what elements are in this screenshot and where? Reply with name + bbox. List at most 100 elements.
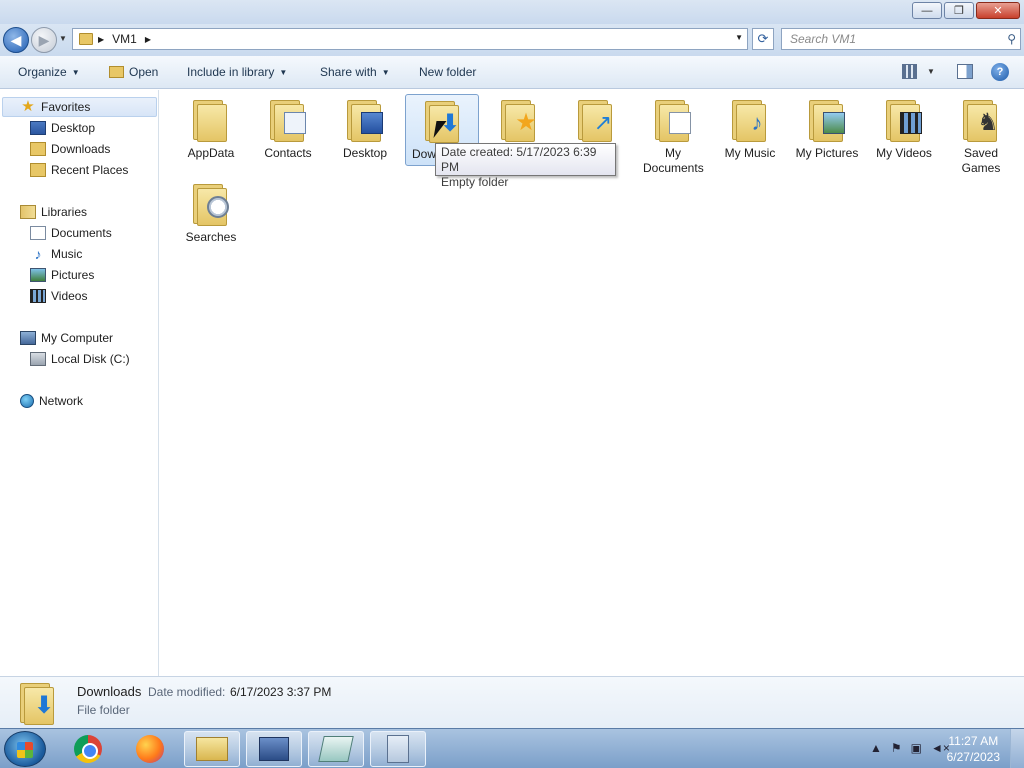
folder-saved-games[interactable]: ♞ Saved Games: [944, 94, 1018, 175]
links-folder-icon: ↗: [574, 98, 618, 142]
tray-icons: ▲ ⚑ ▣ ◄×: [870, 741, 950, 755]
music-note-icon: ♪: [34, 246, 42, 262]
folder-my-videos[interactable]: My Videos: [867, 94, 941, 166]
address-bar[interactable]: ▶ VM1 ▶ ▼: [72, 28, 748, 50]
nav-videos-label: Videos: [51, 289, 88, 303]
recent-pages-dropdown[interactable]: ▼: [59, 34, 67, 43]
games-folder-icon: ♞: [959, 98, 1003, 142]
recent-places-icon: [30, 163, 46, 177]
nav-downloads[interactable]: Downloads: [30, 139, 110, 159]
taskbar-calculator[interactable]: [370, 731, 426, 767]
taskbar-explorer[interactable]: [184, 731, 240, 767]
taskbar-remote-desktop[interactable]: [246, 731, 302, 767]
maximize-button[interactable]: ❐: [944, 2, 974, 19]
taskbar-firefox[interactable]: [122, 731, 178, 767]
nav-favorites[interactable]: ★ Favorites: [2, 97, 157, 117]
nav-documents[interactable]: Documents: [30, 223, 112, 243]
folder-contacts[interactable]: Contacts: [251, 94, 325, 166]
pictures-icon: [30, 268, 46, 282]
chevron-down-icon: ▼: [381, 67, 390, 77]
taskbar-notepad[interactable]: [308, 731, 364, 767]
favorites-folder-icon: ★: [497, 98, 541, 142]
taskbar: ▲ ⚑ ▣ ◄× 11:27 AM 6/27/2023: [0, 728, 1024, 768]
downloads-folder-icon: ⬇: [16, 681, 56, 725]
action-center-icon[interactable]: ⚑: [891, 741, 902, 755]
video-icon: [30, 289, 46, 303]
notepad-icon: [318, 736, 354, 762]
search-input[interactable]: Search VM1 ⚲: [781, 28, 1021, 50]
back-button[interactable]: ◀: [3, 27, 29, 53]
details-name: Downloads: [77, 684, 142, 699]
close-button[interactable]: ✕: [976, 2, 1020, 19]
chrome-icon: [74, 735, 102, 763]
taskbar-chrome[interactable]: [60, 731, 116, 767]
nav-videos[interactable]: Videos: [30, 286, 87, 306]
nav-pictures[interactable]: Pictures: [30, 265, 94, 285]
address-dropdown-icon[interactable]: ▼: [735, 33, 743, 42]
open-button[interactable]: Open: [109, 65, 158, 79]
nav-local-disk[interactable]: Local Disk (C:): [30, 349, 130, 369]
preview-pane-icon[interactable]: [957, 64, 973, 79]
folder-my-pictures[interactable]: My Pictures: [790, 94, 864, 166]
nav-my-computer[interactable]: My Computer: [20, 328, 113, 348]
clock-date: 6/27/2023: [946, 750, 1000, 764]
nav-my-computer-label: My Computer: [41, 331, 114, 345]
title-bar: — ❐ ✕: [0, 0, 1024, 24]
firefox-icon: [136, 735, 164, 763]
network-status-icon[interactable]: ▣: [911, 741, 922, 755]
nav-desktop[interactable]: Desktop: [30, 118, 95, 138]
show-hidden-icons-icon[interactable]: ▲: [870, 741, 882, 755]
start-button[interactable]: [4, 731, 46, 767]
help-icon[interactable]: ?: [991, 63, 1009, 81]
details-modified-value: 6/17/2023 3:37 PM: [230, 685, 332, 699]
downloads-folder-icon: [30, 142, 46, 156]
pictures-folder-icon: [805, 98, 849, 142]
nav-libraries[interactable]: Libraries: [20, 202, 87, 222]
nav-music[interactable]: ♪ Music: [30, 244, 83, 264]
nav-recent-places[interactable]: Recent Places: [30, 160, 128, 180]
clock-time: 11:27 AM: [948, 734, 999, 748]
folder-icon: [79, 33, 93, 45]
desktop-folder-icon: [343, 98, 387, 142]
nav-downloads-label: Downloads: [51, 142, 111, 156]
folder-label: Saved Games: [961, 146, 1001, 175]
nav-local-disk-label: Local Disk (C:): [51, 352, 130, 366]
navigation-pane: ★ Favorites Desktop Downloads Recent Plac…: [0, 90, 159, 676]
tooltip-empty-folder: Empty folder: [441, 175, 509, 189]
music-folder-icon: ♪: [728, 98, 772, 142]
remote-desktop-icon: [259, 737, 289, 761]
clock[interactable]: 11:27 AM 6/27/2023: [947, 733, 1000, 765]
folder-my-music[interactable]: ♪ My Music: [713, 94, 787, 166]
computer-icon: [20, 331, 36, 345]
minimize-button[interactable]: —: [912, 2, 942, 19]
share-label: Share with: [320, 65, 377, 79]
nav-desktop-label: Desktop: [51, 121, 96, 135]
chevron-right-icon[interactable]: ▶: [98, 35, 104, 44]
documents-icon: [30, 226, 46, 240]
new-folder-label: New folder: [419, 65, 477, 79]
refresh-button[interactable]: ⟳: [752, 28, 774, 50]
folder-my-documents[interactable]: My Documents: [636, 94, 710, 175]
window-controls: — ❐ ✕: [910, 2, 1020, 19]
view-options-dropdown[interactable]: ▼: [927, 67, 935, 76]
chevron-right-icon[interactable]: ▶: [145, 35, 151, 44]
share-with-button[interactable]: Share with ▼: [320, 65, 390, 79]
breadcrumb-vm1[interactable]: VM1: [112, 32, 137, 46]
folder-searches[interactable]: Searches: [174, 178, 248, 250]
nav-network-label: Network: [39, 394, 84, 408]
folder-appdata[interactable]: AppData: [174, 94, 248, 166]
new-folder-button[interactable]: New folder: [419, 65, 476, 79]
organize-button[interactable]: Organize ▼: [18, 65, 80, 79]
show-desktop-button[interactable]: [1010, 729, 1024, 768]
forward-button[interactable]: ▶: [31, 27, 57, 53]
details-modified-label: Date modified:: [148, 685, 226, 699]
change-view-icon[interactable]: [902, 64, 917, 79]
libraries-icon: [20, 205, 36, 219]
nav-recent-label: Recent Places: [51, 163, 129, 177]
tooltip-date-created: Date created: 5/17/2023 6:39 PM: [441, 145, 597, 174]
chevron-down-icon: ▼: [279, 67, 288, 77]
nav-network[interactable]: Network: [20, 391, 83, 411]
folder-desktop[interactable]: Desktop: [328, 94, 402, 166]
search-icon[interactable]: ⚲: [1007, 32, 1016, 46]
include-in-library-button[interactable]: Include in library ▼: [187, 65, 287, 79]
